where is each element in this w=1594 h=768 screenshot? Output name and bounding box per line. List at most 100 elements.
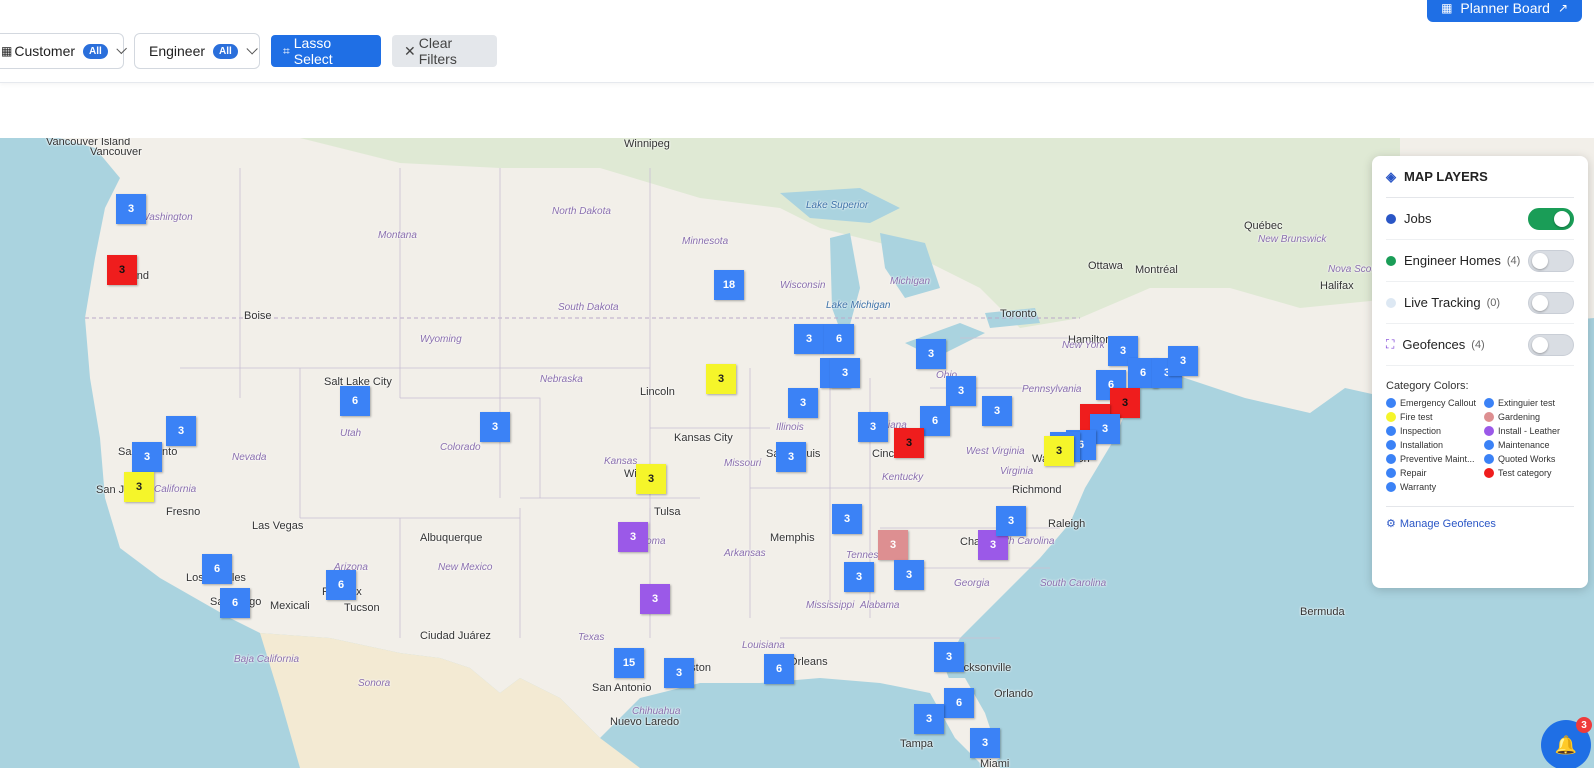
external-link-icon: ↗ bbox=[1557, 1, 1568, 15]
customer-filter[interactable]: ▦ Customer All bbox=[0, 33, 127, 69]
job-cluster-marker[interactable]: 6 bbox=[944, 688, 974, 718]
engineer-filter[interactable]: Engineer All bbox=[134, 33, 260, 69]
job-cluster-marker[interactable]: 3 bbox=[878, 530, 908, 560]
place-label: Lake Michigan bbox=[826, 300, 891, 311]
category-legend: Emergency Callout Extinguier test Fire tes… bbox=[1386, 398, 1574, 492]
job-cluster-marker[interactable]: 6 bbox=[220, 588, 250, 618]
lasso-icon: ⌗ bbox=[283, 43, 290, 58]
place-label: Washington bbox=[140, 212, 193, 223]
manage-geofences-link[interactable]: ⚙ Manage Geofences bbox=[1386, 506, 1574, 530]
category-color-dot bbox=[1484, 398, 1494, 408]
job-cluster-marker[interactable]: 3 bbox=[914, 704, 944, 734]
category-legend-item: Installation bbox=[1386, 440, 1484, 450]
place-label: Boise bbox=[244, 310, 272, 322]
place-label: Lincoln bbox=[640, 386, 675, 398]
job-cluster-marker[interactable]: 18 bbox=[714, 270, 744, 300]
job-cluster-marker[interactable]: 3 bbox=[116, 194, 146, 224]
place-label: Albuquerque bbox=[420, 532, 483, 544]
map-layers-header: ◈ MAP LAYERS bbox=[1386, 156, 1574, 198]
layer-row-geofences: ⛶ Geofences (4) bbox=[1386, 324, 1574, 366]
job-cluster-marker[interactable]: 15 bbox=[614, 648, 644, 678]
building-icon: ▦ bbox=[1, 44, 13, 58]
job-cluster-marker[interactable]: 3 bbox=[776, 442, 806, 472]
job-cluster-marker[interactable]: 6 bbox=[920, 406, 950, 436]
job-cluster-marker[interactable]: 6 bbox=[340, 386, 370, 416]
category-legend-item: Fire test bbox=[1386, 412, 1484, 422]
close-icon: ✕ bbox=[404, 42, 416, 59]
job-cluster-marker[interactable]: 3 bbox=[664, 658, 694, 688]
category-label: Repair bbox=[1400, 468, 1427, 478]
layer-color-dot bbox=[1386, 255, 1396, 266]
job-cluster-marker[interactable]: 3 bbox=[858, 412, 888, 442]
layer-list: Jobs Engineer Homes (4) Live Tracking (0) ⛶ Ge… bbox=[1386, 198, 1574, 366]
job-cluster-marker[interactable]: 6 bbox=[326, 570, 356, 600]
job-cluster-marker[interactable]: 6 bbox=[764, 654, 794, 684]
clear-filters-button[interactable]: ✕ Clear Filters bbox=[392, 35, 497, 67]
category-legend-item: Repair bbox=[1386, 468, 1484, 478]
map-canvas[interactable]: Vancouver Island Vancouver Winnipeg Washing… bbox=[0, 138, 1594, 768]
job-cluster-marker[interactable]: 3 bbox=[640, 584, 670, 614]
layer-toggle[interactable] bbox=[1528, 333, 1574, 356]
lasso-select-button[interactable]: ⌗ Lasso Select bbox=[271, 35, 381, 67]
job-cluster-marker[interactable]: 3 bbox=[970, 728, 1000, 758]
job-cluster-marker[interactable]: 3 bbox=[706, 364, 736, 394]
place-label: Winnipeg bbox=[624, 138, 670, 150]
place-label: Orlando bbox=[994, 688, 1034, 700]
job-cluster-marker[interactable]: 3 bbox=[934, 642, 964, 672]
job-cluster-marker[interactable]: 3 bbox=[982, 396, 1012, 426]
place-label: Raleigh bbox=[1048, 518, 1086, 530]
place-label: Las Vegas bbox=[252, 520, 304, 532]
job-cluster-marker[interactable]: 3 bbox=[1044, 436, 1074, 466]
place-label: North Dakota bbox=[552, 206, 611, 217]
job-cluster-marker[interactable]: 3 bbox=[794, 324, 824, 354]
notification-count-badge: 3 bbox=[1576, 717, 1592, 733]
job-cluster-marker[interactable]: 3 bbox=[618, 522, 648, 552]
filter-bar: ▦ Customer All Engineer All ⌗ Lasso Sele… bbox=[0, 0, 1594, 83]
place-label: Ciudad Juárez bbox=[420, 630, 491, 642]
place-label: Bermuda bbox=[1300, 606, 1345, 618]
layer-label: Live Tracking bbox=[1404, 295, 1481, 310]
job-cluster-marker[interactable]: 3 bbox=[124, 472, 154, 502]
job-cluster-marker[interactable]: 6 bbox=[824, 324, 854, 354]
job-cluster-marker[interactable]: 3 bbox=[132, 442, 162, 472]
category-color-dot bbox=[1484, 468, 1494, 478]
job-cluster-marker[interactable]: 3 bbox=[894, 428, 924, 458]
layer-toggle[interactable] bbox=[1528, 291, 1574, 314]
place-label: Kansas bbox=[604, 456, 638, 467]
category-legend-item: Inspection bbox=[1386, 426, 1484, 436]
planner-board-button[interactable]: ▦ Planner Board ↗ bbox=[1427, 0, 1582, 22]
job-cluster-marker[interactable]: 6 bbox=[202, 554, 232, 584]
job-cluster-marker[interactable]: 3 bbox=[844, 562, 874, 592]
layer-count: (4) bbox=[1471, 338, 1485, 351]
job-cluster-marker[interactable]: 3 bbox=[832, 504, 862, 534]
place-label: New Brunswick bbox=[1258, 234, 1327, 245]
place-label: Toronto bbox=[1000, 308, 1037, 320]
job-cluster-marker[interactable]: 3 bbox=[107, 255, 137, 285]
place-label: Memphis bbox=[770, 532, 815, 544]
job-cluster-marker[interactable]: 3 bbox=[788, 388, 818, 418]
place-label: San Antonio bbox=[592, 682, 652, 694]
job-cluster-marker[interactable]: 3 bbox=[1168, 346, 1198, 376]
job-cluster-marker[interactable]: 3 bbox=[166, 416, 196, 446]
job-cluster-marker[interactable]: 3 bbox=[996, 506, 1026, 536]
job-cluster-marker[interactable]: 3 bbox=[636, 464, 666, 494]
category-legend-item: Extinguier test bbox=[1484, 398, 1582, 408]
layer-color-dot bbox=[1386, 297, 1396, 308]
job-cluster-marker[interactable]: 3 bbox=[916, 339, 946, 369]
place-label: South Carolina bbox=[1040, 578, 1107, 589]
layer-toggle[interactable] bbox=[1528, 207, 1574, 230]
job-cluster-marker[interactable]: 3 bbox=[830, 358, 860, 388]
place-label: Kansas City bbox=[674, 432, 733, 444]
place-label: Illinois bbox=[776, 422, 804, 433]
lasso-select-label: Lasso Select bbox=[293, 35, 333, 67]
layer-row-live-tracking: Live Tracking (0) bbox=[1386, 282, 1574, 324]
job-cluster-marker[interactable]: 3 bbox=[480, 412, 510, 442]
job-cluster-marker[interactable]: 3 bbox=[946, 376, 976, 406]
job-cluster-marker[interactable]: 3 bbox=[894, 560, 924, 590]
place-label: Wisconsin bbox=[780, 280, 826, 291]
place-label: Halifax bbox=[1320, 280, 1354, 292]
place-label: West Virginia bbox=[966, 446, 1025, 457]
place-label: Pennsylvania bbox=[1022, 384, 1082, 395]
layer-count: (4) bbox=[1506, 254, 1521, 267]
layer-toggle[interactable] bbox=[1528, 249, 1574, 272]
